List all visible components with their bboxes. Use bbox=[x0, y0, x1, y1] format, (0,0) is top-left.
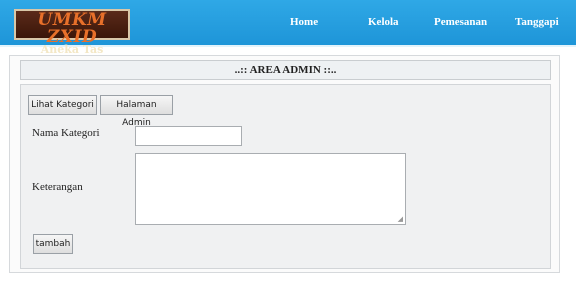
nama-kategori-label: Nama Kategori bbox=[32, 127, 100, 139]
top-navigation-bar: UMKM ZXID Aneka Tas Home Kelola Pemesana… bbox=[0, 0, 576, 55]
admin-panel: ..:: AREA ADMIN ::.. Lihat Kategori Hala… bbox=[9, 55, 560, 273]
site-logo[interactable]: UMKM ZXID Aneka Tas bbox=[14, 9, 130, 55]
category-form: Lihat Kategori Halaman Admin Nama Katego… bbox=[20, 84, 551, 269]
nav-home[interactable]: Home bbox=[290, 16, 318, 28]
lihat-kategori-button[interactable]: Lihat Kategori bbox=[28, 95, 97, 115]
nav-pemesanan[interactable]: Pemesanan bbox=[434, 16, 487, 28]
nama-kategori-input[interactable] bbox=[135, 126, 242, 146]
resize-handle-icon[interactable]: ◢ bbox=[398, 215, 403, 223]
logo-title: UMKM ZXID bbox=[37, 10, 107, 47]
keterangan-textarea[interactable]: ◢ bbox=[135, 153, 406, 225]
panel-title: ..:: AREA ADMIN ::.. bbox=[20, 60, 551, 80]
keterangan-label: Keterangan bbox=[32, 181, 83, 193]
nav-tanggapi[interactable]: Tanggapi bbox=[515, 16, 559, 28]
tambah-button[interactable]: tambah bbox=[33, 234, 73, 254]
nav-kelola[interactable]: Kelola bbox=[368, 16, 399, 28]
halaman-admin-button[interactable]: Halaman Admin bbox=[100, 95, 173, 128]
logo-subtitle: Aneka Tas bbox=[40, 43, 104, 56]
